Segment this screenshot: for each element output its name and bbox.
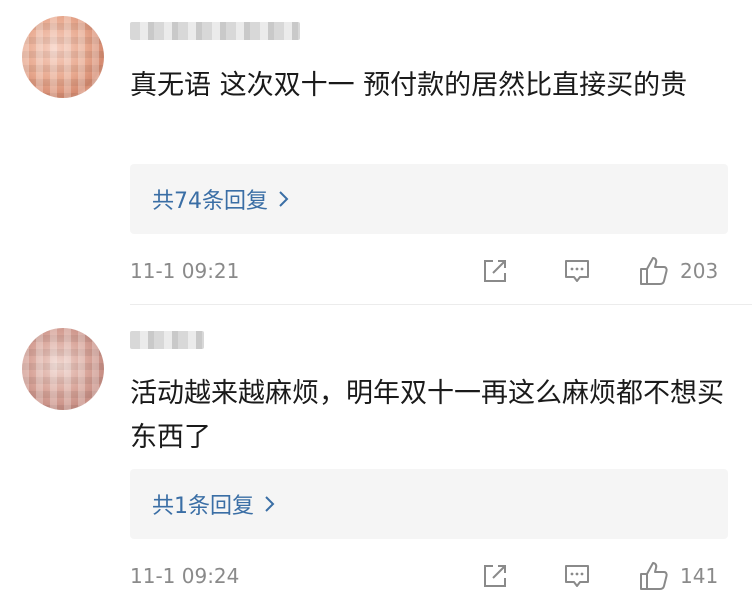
comment-icon	[565, 260, 589, 282]
comment-text: 活动越来越麻烦，明年双十一再这么麻烦都不想买东西了	[130, 378, 724, 453]
timestamp: 11-1 09:24	[130, 564, 240, 588]
like-count: 203	[680, 259, 719, 283]
thumbs-up-icon	[640, 562, 668, 590]
comment-meta: 11-1 09:24 141	[130, 561, 752, 591]
share-icon	[484, 260, 506, 282]
like-button[interactable]: 203	[638, 256, 718, 286]
comment-text: 真无语 这次双十一 预付款的居然比直接买的贵	[130, 70, 688, 101]
chevron-right-icon	[278, 190, 290, 208]
comment-button[interactable]	[562, 561, 592, 591]
comment-item: 真无语 这次双十一 预付款的居然比直接买的贵 共74条回复 11-1 09:21…	[0, 0, 752, 304]
share-icon	[484, 565, 506, 587]
comment-item: 活动越来越麻烦，明年双十一再这么麻烦都不想买东西了 共1条回复 11-1 09:…	[0, 305, 752, 608]
comment-meta: 11-1 09:21 203	[130, 256, 752, 286]
view-replies-button[interactable]: 共74条回复	[130, 164, 728, 234]
avatar[interactable]	[22, 328, 104, 410]
comment-icon	[565, 565, 589, 587]
chevron-right-icon	[264, 495, 276, 513]
share-button[interactable]	[480, 561, 510, 591]
thumbs-up-icon	[640, 257, 668, 285]
like-button[interactable]: 141	[638, 561, 718, 591]
like-count: 141	[680, 564, 719, 588]
username-blurred[interactable]	[130, 331, 204, 349]
avatar[interactable]	[22, 16, 104, 98]
comment-button[interactable]	[562, 256, 592, 286]
reply-count-label: 共1条回复	[152, 494, 254, 519]
username-blurred[interactable]	[130, 22, 300, 40]
view-replies-button[interactable]: 共1条回复	[130, 469, 728, 539]
reply-count-label: 共74条回复	[152, 189, 268, 214]
timestamp: 11-1 09:21	[130, 259, 240, 283]
share-button[interactable]	[480, 256, 510, 286]
